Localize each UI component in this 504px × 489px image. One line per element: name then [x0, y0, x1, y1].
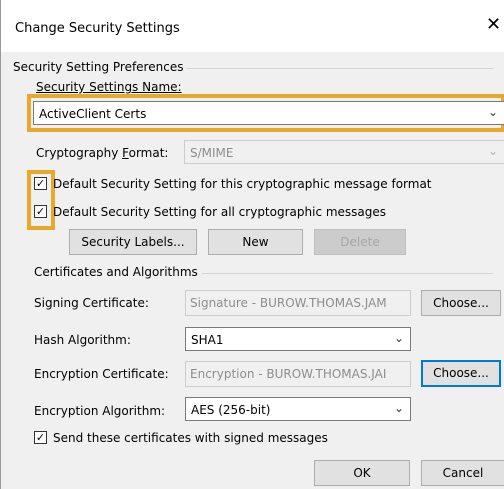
send-certificates-checkbox[interactable]: ✓ — [34, 431, 47, 444]
encryption-algorithm-value: AES (256-bit) — [191, 403, 271, 417]
change-security-settings-dialog: Change Security Settings ✕ Security Sett… — [0, 0, 504, 489]
group-title-preferences: Security Setting Preferences — [13, 60, 188, 74]
new-button[interactable]: New — [208, 229, 303, 255]
cryptography-format-label: Cryptography Format: — [36, 146, 169, 160]
default-format-checkbox[interactable]: ✓ — [34, 177, 47, 190]
default-format-label: Default Security Setting for this crypto… — [53, 177, 432, 191]
cryptography-format-value: S/MIME — [190, 146, 234, 160]
security-settings-name-label: Security Settings Name: — [36, 80, 182, 94]
group-title-certificates: Certificates and Algorithms — [34, 265, 202, 279]
signing-choose-button[interactable]: Choose... — [421, 290, 501, 316]
chevron-down-icon[interactable]: ⌄ — [488, 105, 498, 119]
hash-algorithm-label: Hash Algorithm: — [34, 333, 131, 347]
dialog-title: Change Security Settings — [15, 21, 180, 36]
cancel-button[interactable]: Cancel — [421, 460, 504, 486]
security-settings-name-combo[interactable]: ActiveClient Certs ⌄ — [33, 101, 504, 125]
encryption-certificate-value: Encryption - BUROW.THOMAS.JAI — [190, 367, 387, 381]
security-settings-name-value: ActiveClient Certs — [39, 107, 147, 121]
signing-certificate-value: Signature - BUROW.THOMAS.JAM — [190, 296, 387, 310]
default-all-label: Default Security Setting for all cryptog… — [53, 205, 387, 219]
encryption-certificate-label: Encryption Certificate: — [34, 367, 169, 381]
default-all-checkbox[interactable]: ✓ — [34, 205, 47, 218]
encryption-algorithm-select[interactable]: AES (256-bit) ⌄ — [185, 397, 411, 421]
signing-certificate-field: Signature - BUROW.THOMAS.JAM — [185, 290, 411, 316]
send-certificates-label: Send these certificates with signed mess… — [53, 431, 328, 445]
delete-button: Delete — [314, 229, 406, 255]
security-labels-button[interactable]: Security Labels... — [69, 229, 197, 255]
chevron-down-icon[interactable]: ⌄ — [394, 331, 404, 345]
chevron-down-icon: ⌄ — [487, 144, 498, 158]
title-bar: Change Security Settings ✕ — [1, 0, 504, 52]
close-icon[interactable]: ✕ — [486, 16, 501, 34]
hash-algorithm-select[interactable]: SHA1 ⌄ — [185, 327, 411, 351]
signing-certificate-label: Signing Certificate: — [34, 296, 149, 310]
encryption-choose-button[interactable]: Choose... — [421, 360, 501, 387]
chevron-down-icon[interactable]: ⌄ — [394, 401, 404, 415]
cryptography-format-select[interactable]: S/MIME ⌄ — [184, 140, 504, 164]
encryption-algorithm-label: Encryption Algorithm: — [34, 404, 166, 418]
hash-algorithm-value: SHA1 — [191, 333, 224, 347]
encryption-certificate-field: Encryption - BUROW.THOMAS.JAI — [185, 361, 411, 387]
ok-button[interactable]: OK — [314, 460, 410, 486]
